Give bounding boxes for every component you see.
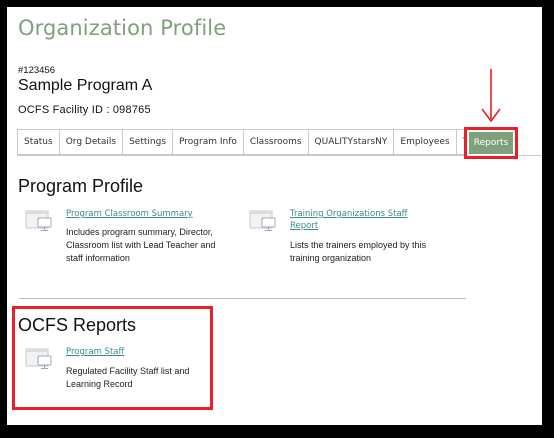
desc-line: staff information: [66, 253, 130, 263]
tab-status[interactable]: Status: [17, 129, 59, 155]
program-profile-heading: Program Profile: [18, 176, 144, 196]
link-line: Report: [290, 221, 319, 231]
tab-employees[interactable]: Employees: [393, 129, 456, 155]
program-classroom-summary-desc: Includes program summary, Director, Clas…: [66, 226, 215, 265]
ocfs-reports-heading: OCFS Reports: [18, 315, 137, 335]
desc-line: Classroom list with Lead Teacher and: [66, 240, 216, 250]
program-staff-link[interactable]: Program Staff: [66, 346, 124, 358]
desc-line: training organization: [290, 253, 372, 263]
report-icon: [249, 210, 276, 231]
facility-id: OCFS Facility ID : 098765: [18, 104, 151, 116]
section-divider: [19, 298, 466, 299]
tab-settings[interactable]: Settings: [122, 129, 173, 155]
tab-reports[interactable]: Reports: [469, 132, 513, 154]
page-title: Organization Profile: [18, 16, 227, 40]
desc-line: Lists the trainers employed by this: [290, 240, 427, 250]
link-line: Training Organizations Staff: [290, 209, 408, 219]
desc-line: Regulated Facility Staff list and: [66, 366, 190, 376]
desc-line: Learning Record: [66, 379, 133, 389]
arrow-down-icon: [481, 69, 501, 123]
org-name: Sample Program A: [18, 77, 153, 94]
tab-org-details[interactable]: Org Details: [58, 129, 123, 155]
tab-classrooms[interactable]: Classrooms: [242, 129, 308, 155]
report-icon: [25, 210, 52, 231]
tab-program-info[interactable]: Program Info: [172, 129, 243, 155]
program-classroom-summary-link[interactable]: Program Classroom Summary: [66, 208, 193, 220]
browser-screenshot: Organization Profile #123456 Sample Prog…: [7, 7, 542, 425]
desc-line: Includes program summary, Director,: [66, 227, 213, 237]
training-organizations-staff-report-desc: Lists the trainers employed by this trai…: [290, 239, 426, 265]
training-organizations-staff-report-link[interactable]: Training Organizations Staff Report: [290, 208, 408, 232]
org-id: #123456: [18, 65, 55, 76]
program-staff-desc: Regulated Facility Staff list and Learni…: [66, 365, 189, 391]
tab-bar: Status Org Details Settings Program Info…: [17, 129, 481, 155]
tab-qualitystarsny[interactable]: QUALITYstarsNY: [307, 129, 394, 155]
report-icon: [25, 348, 52, 369]
reports-highlight-box: Reports: [464, 127, 518, 159]
